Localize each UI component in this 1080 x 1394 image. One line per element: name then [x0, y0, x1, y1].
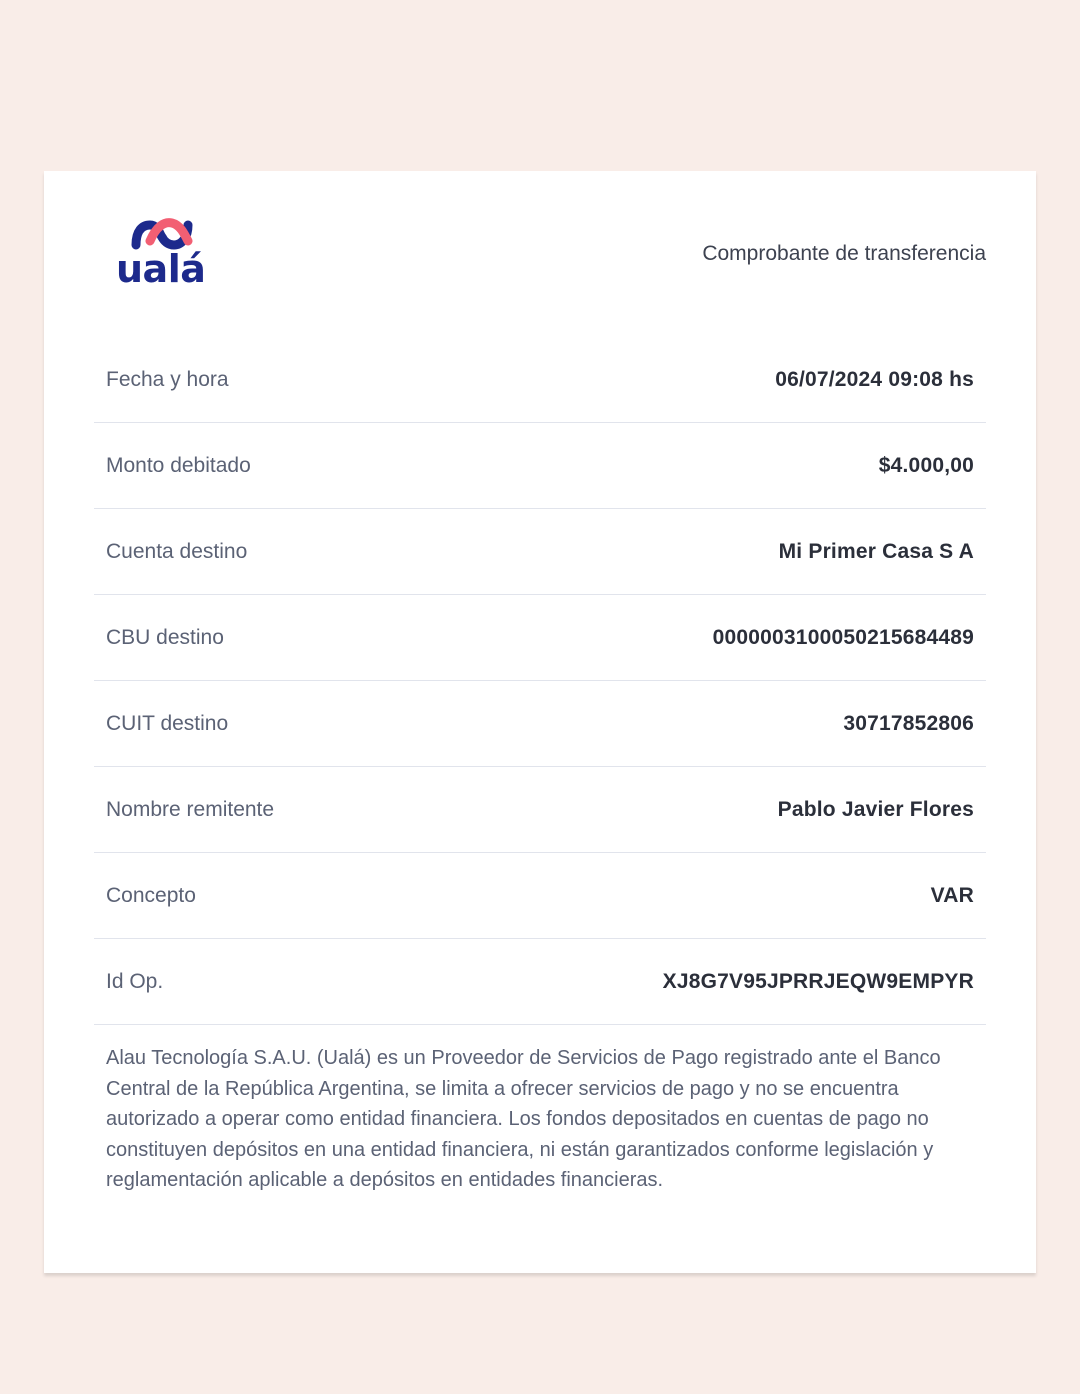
- row-label: Cuenta destino: [106, 540, 248, 563]
- detail-row-sender: Nombre remitente Pablo Javier Flores: [94, 767, 986, 853]
- detail-row-cuit: CUIT destino 30717852806: [94, 681, 986, 767]
- row-label: CBU destino: [106, 626, 224, 649]
- row-label: Fecha y hora: [106, 368, 229, 391]
- uala-logo: ualá: [116, 217, 208, 291]
- detail-row-destination-account: Cuenta destino Mi Primer Casa S A: [94, 509, 986, 595]
- row-value: $4.000,00: [878, 454, 974, 477]
- detail-list: Fecha y hora 06/07/2024 09:08 hs Monto d…: [94, 337, 986, 1025]
- row-label: Concepto: [106, 884, 196, 907]
- row-value: 30717852806: [843, 712, 974, 735]
- document-title: Comprobante de transferencia: [702, 242, 986, 265]
- detail-row-amount: Monto debitado $4.000,00: [94, 423, 986, 509]
- detail-row-concept: Concepto VAR: [94, 853, 986, 939]
- detail-row-date: Fecha y hora 06/07/2024 09:08 hs: [94, 337, 986, 423]
- row-value: 06/07/2024 09:08 hs: [775, 368, 974, 391]
- row-value: VAR: [930, 884, 974, 907]
- row-label: CUIT destino: [106, 712, 229, 735]
- uala-wave-icon: [131, 218, 193, 250]
- legal-disclaimer: Alau Tecnología S.A.U. (Ualá) es un Prov…: [106, 1047, 941, 1191]
- logo-wordmark: ualá: [116, 247, 206, 291]
- row-value: Mi Primer Casa S A: [778, 540, 974, 563]
- row-label: Id Op.: [106, 970, 164, 993]
- receipt-header: ualá Comprobante de transferencia: [44, 171, 1036, 331]
- row-value: 0000003100050215684489: [712, 626, 974, 649]
- row-value: Pablo Javier Flores: [777, 798, 974, 821]
- transfer-receipt: ualá Comprobante de transferencia Fecha …: [44, 171, 1036, 1273]
- row-label: Nombre remitente: [106, 798, 275, 821]
- detail-row-operation-id: Id Op. XJ8G7V95JPRRJEQW9EMPYR: [94, 939, 986, 1025]
- detail-row-cbu: CBU destino 0000003100050215684489: [94, 595, 986, 681]
- row-value: XJ8G7V95JPRRJEQW9EMPYR: [662, 970, 974, 993]
- row-label: Monto debitado: [106, 454, 251, 477]
